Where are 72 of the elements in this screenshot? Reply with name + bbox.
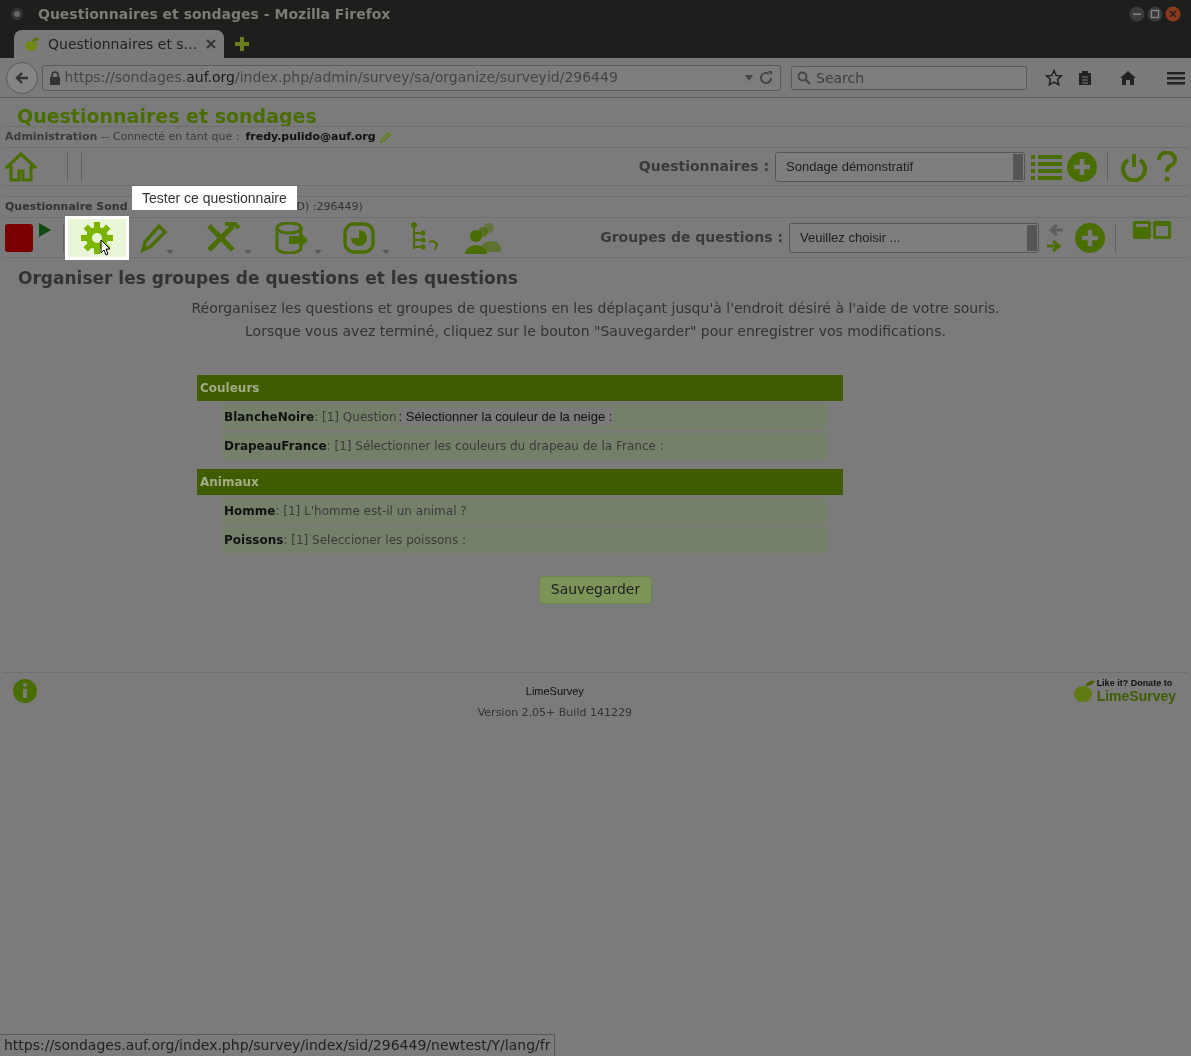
search-field[interactable]: Search: [791, 65, 1027, 90]
gear-icon: [79, 219, 115, 256]
group-select[interactable]: Veuillez choisir ...: [789, 222, 1039, 253]
next-arrow-icon[interactable]: [1047, 238, 1063, 253]
page-heading: Organiser les groupes de questions et les questions: [17, 267, 518, 290]
footer-version: Version 2.05+ Build 141229: [477, 705, 632, 721]
surveys-label: Questionnaires :: [638, 157, 769, 176]
survey-id: D) :296449): [296, 198, 363, 215]
donate-text[interactable]: Like it? Donate to: [1096, 678, 1176, 688]
minimize-icon[interactable]: [1129, 6, 1145, 22]
group-header[interactable]: Couleurs: [197, 374, 843, 401]
url-text: https://sondages.auf.org/index.php/admin/survey/sa/organize/surveyid/296449: [64, 68, 619, 87]
previous-arrow-icon[interactable]: [1047, 222, 1063, 237]
search-icon: [797, 70, 811, 85]
survey-select[interactable]: Sondage démonstratif: [775, 151, 1025, 182]
reading-list-icon[interactable]: [1077, 69, 1093, 86]
lock-icon: [48, 70, 61, 85]
power-icon[interactable]: [1120, 151, 1148, 182]
question-text: Homme: [1] L'homme est-il un animal ?: [224, 502, 467, 520]
window-title: Questionnaires et sondages - Mozilla Firefox: [38, 4, 392, 24]
tooltip: Tester ce questionnaire: [132, 186, 297, 210]
question-text: Poissons: [1] Seleccioner les poissons :: [224, 531, 466, 549]
home-icon[interactable]: [1119, 69, 1137, 86]
close-tab-icon[interactable]: [205, 39, 216, 49]
dropdown-icon[interactable]: [744, 73, 754, 82]
lime-icon: [24, 36, 40, 52]
user-link[interactable]: fredy.pulido@auf.org: [245, 128, 376, 146]
login-text: -- Connecté en tant que :: [101, 128, 240, 145]
maximize-icon[interactable]: [1147, 6, 1163, 22]
question-row[interactable]: BlancheNoire: [1] Question: Sélectionner la couleur de la neige :: [222, 403, 827, 430]
admin-label: Administration: [5, 128, 98, 145]
reload-icon[interactable]: [758, 69, 774, 86]
back-arrow-icon: [13, 69, 30, 86]
group-header[interactable]: Animaux: [197, 468, 843, 495]
info-icon[interactable]: [13, 678, 37, 703]
tab-label: Questionnaires et s…: [48, 34, 198, 54]
browser-tab[interactable]: Questionnaires et s…: [14, 30, 224, 58]
play-icon[interactable]: [39, 223, 51, 237]
pencil-icon[interactable]: [139, 221, 175, 254]
site-title: Questionnaires et sondages: [16, 104, 317, 126]
close-icon[interactable]: [1165, 6, 1181, 22]
test-survey-button[interactable]: [65, 215, 129, 260]
add-icon[interactable]: [1067, 151, 1097, 182]
star-icon[interactable]: [1045, 68, 1063, 87]
address-bar[interactable]: https://sondages.auf.org/index.php/admin/survey/sa/organize/surveyid/296449: [41, 64, 781, 91]
new-tab-icon[interactable]: [234, 36, 250, 52]
window-menu-icon[interactable]: [10, 7, 24, 21]
question-row[interactable]: Homme: [1] L'homme est-il un animal ?: [222, 497, 827, 524]
add-icon[interactable]: [1075, 222, 1105, 253]
tools-icon[interactable]: [205, 221, 253, 254]
footer-name: LimeSurvey: [525, 683, 584, 699]
save-button[interactable]: Sauvegarder: [539, 575, 652, 604]
people-icon[interactable]: [465, 221, 501, 254]
database-export-icon[interactable]: [275, 221, 323, 254]
lime-icon[interactable]: [1072, 678, 1097, 703]
chart-icon[interactable]: [343, 221, 391, 254]
back-button[interactable]: [6, 61, 38, 94]
question-row[interactable]: DrapeauFrance: [1] Sélectionner les couleurs du drapeau de la France :: [222, 432, 827, 459]
question-text: DrapeauFrance: [1] Sélectionner les couleurs du drapeau de la France :: [224, 437, 664, 455]
stop-icon[interactable]: [5, 223, 33, 252]
help-icon[interactable]: [1156, 150, 1178, 183]
question-row[interactable]: Poissons: [1] Seleccioner les poissons :: [222, 526, 827, 553]
groups-label: Groupes de questions :: [600, 228, 783, 247]
layout-icon[interactable]: [1132, 220, 1172, 242]
survey-name: Questionnaire Sond: [5, 198, 128, 215]
pencil-icon[interactable]: [379, 131, 391, 143]
status-bar: https://sondages.auf.org/index.php/survey/index/sid/296449/newtest/Y/lang/fr: [0, 1034, 556, 1056]
instructions-text: Lorsque vous avez terminé, cliquez sur le bouton "Sauvegarder" pour enregistrer vos modifications.: [245, 321, 946, 341]
question-title: : Sélectionner la couleur de la neige :: [398, 406, 613, 427]
question-text: BlancheNoire: [1] Question: [224, 408, 397, 426]
instructions-text: Réorganisez les questions et groupes de questions en les déplaçant jusqu'à l'endroit désiré à l'aide de votre souris.: [191, 298, 1000, 318]
menu-icon[interactable]: [1167, 69, 1185, 86]
